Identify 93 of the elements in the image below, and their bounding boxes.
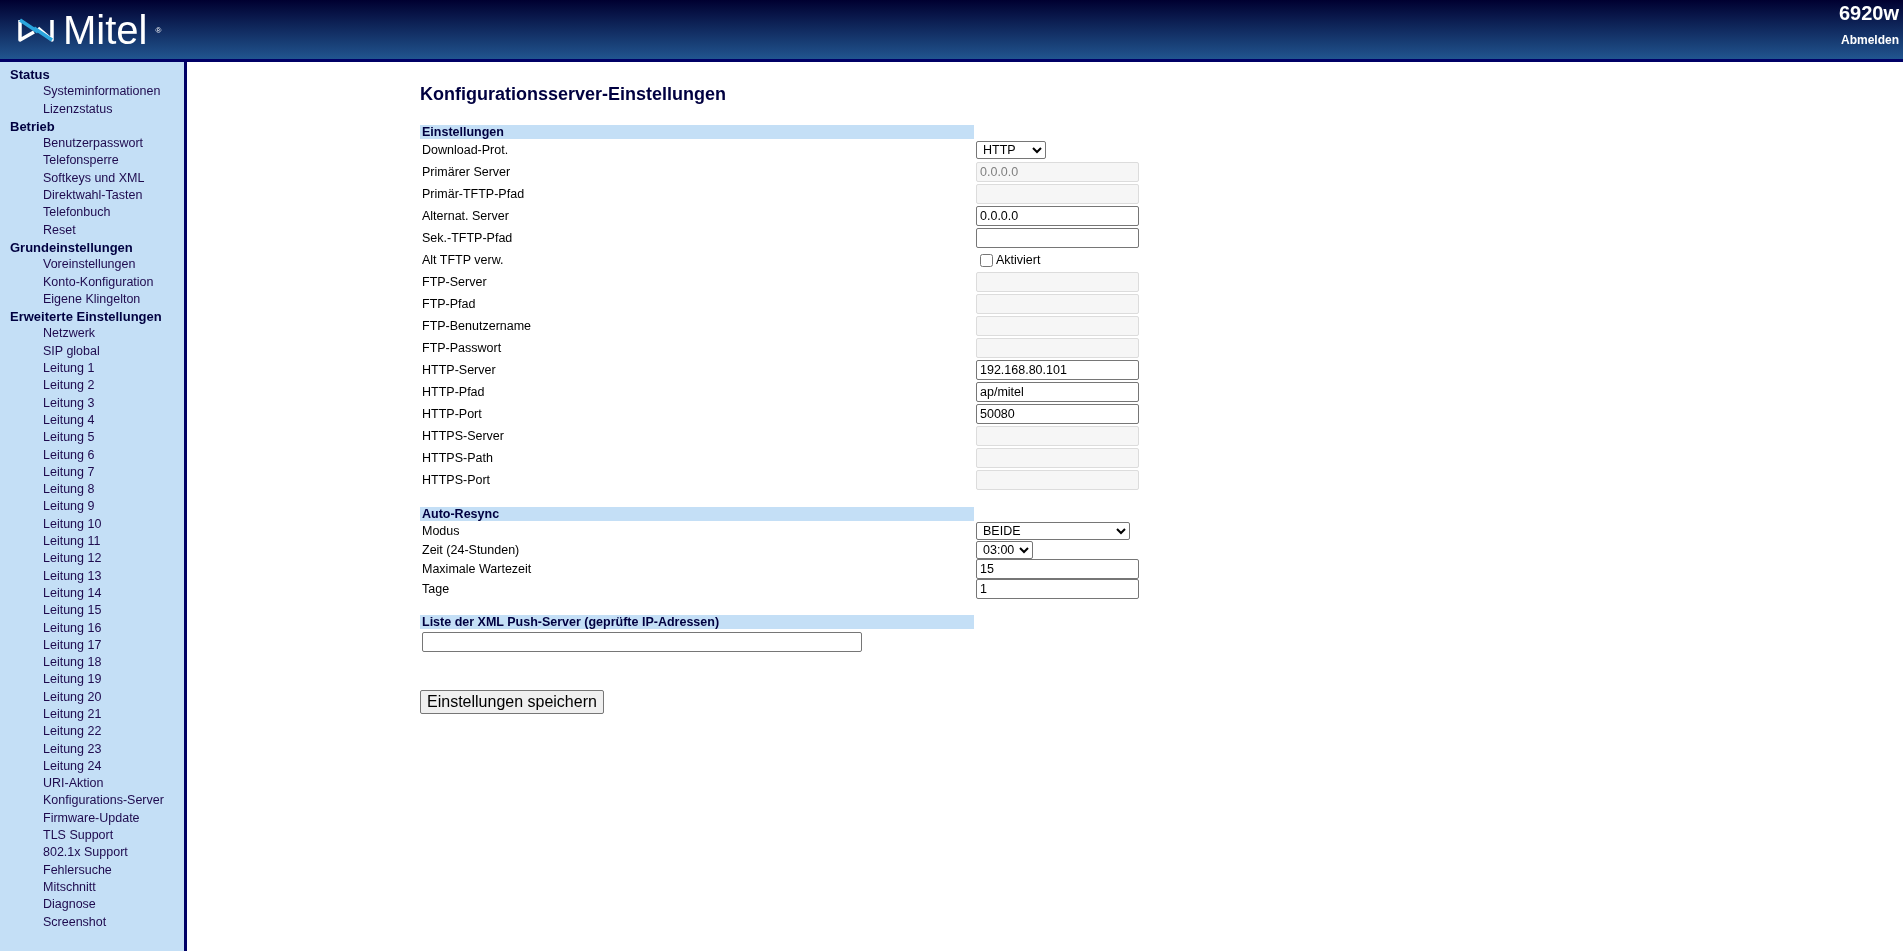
field-label: HTTPS-Path — [421, 451, 494, 465]
menu-link[interactable]: Lizenzstatus — [10, 100, 113, 118]
registered-mark: ® — [155, 25, 162, 35]
menu-link[interactable]: Fehlersuche — [10, 861, 112, 879]
field-label: HTTP-Port — [421, 407, 483, 421]
menu-link[interactable]: Leitung 14 — [10, 584, 102, 603]
section-header: Einstellungen — [420, 125, 974, 139]
dropdown[interactable]: HTTP — [976, 141, 1046, 159]
menu-group-title: Erweiterte Einstellungen — [10, 308, 163, 326]
field-label: HTTP-Server — [421, 363, 497, 377]
field-label: Zeit (24-Stunden) — [421, 542, 521, 557]
section-header: Auto-Resync — [420, 507, 974, 521]
checkbox-label: Aktiviert — [996, 253, 1041, 267]
field-label: Modus — [421, 523, 461, 538]
menu-group-title: Grundeinstellungen — [10, 238, 134, 257]
field-label: Tage — [421, 582, 451, 596]
field-label: Download-Prot. — [421, 143, 510, 157]
menu-link[interactable]: Telefonbuch — [10, 204, 111, 222]
menu-link[interactable]: Konto-Konfiguration — [10, 273, 154, 291]
menu-link[interactable]: Leitung 13 — [10, 567, 102, 585]
menu-link[interactable]: Screenshot — [10, 913, 107, 931]
menu-link[interactable]: Mitschnitt — [10, 878, 96, 897]
menu-link[interactable]: Leitung 10 — [10, 515, 102, 533]
field-label: FTP-Benutzername — [421, 319, 533, 333]
menu-link[interactable]: Leitung 23 — [10, 740, 102, 758]
field-label: HTTP-Pfad — [421, 385, 486, 399]
menu-link[interactable]: Reset — [10, 221, 76, 239]
field-label: FTP-Pfad — [421, 297, 477, 311]
field-label: FTP-Server — [421, 275, 488, 289]
page-title: Konfigurationsserver-Einstellungen — [420, 83, 728, 105]
menu-link[interactable]: Leitung 16 — [10, 619, 102, 637]
field-label: Primär-TFTP-Pfad — [421, 187, 526, 201]
menu-link[interactable]: Eigene Klingelton — [10, 290, 141, 309]
field-label: HTTPS-Port — [421, 473, 492, 487]
section-header: Liste der XML Push-Server (geprüfte IP-Adressen) — [420, 615, 974, 629]
field-label: Alt TFTP verw. — [421, 253, 505, 267]
input-field[interactable] — [422, 632, 862, 652]
menu-link[interactable]: Leitung 20 — [10, 688, 102, 706]
field-label: HTTPS-Server — [421, 429, 505, 443]
menu-link[interactable]: Voreinstellungen — [10, 256, 136, 274]
menu-link[interactable]: Leitung 19 — [10, 671, 102, 689]
menu-group-title: Betrieb — [10, 117, 56, 136]
menu-link[interactable]: Leitung 4 — [10, 411, 95, 430]
menu-link[interactable]: Leitung 15 — [10, 602, 102, 620]
dropdown[interactable]: 03:00 — [976, 540, 1033, 559]
menu-link[interactable]: Leitung 21 — [10, 706, 102, 724]
input-field[interactable]: 15 — [976, 559, 1139, 579]
menu-link[interactable]: Leitung 22 — [10, 723, 102, 741]
menu-link[interactable]: Systeminformationen — [10, 83, 161, 101]
menu-link[interactable]: URI-Aktion — [10, 775, 104, 793]
menu-link[interactable]: Leitung 5 — [10, 429, 95, 447]
input-field[interactable]: 50080 — [976, 404, 1139, 424]
logo-text: Mitel — [63, 10, 148, 50]
menu-link[interactable]: Leitung 8 — [10, 481, 95, 499]
menu-link[interactable]: 802.1x Support — [10, 844, 128, 862]
dropdown[interactable]: BEIDE — [976, 521, 1130, 540]
menu-link[interactable]: Leitung 24 — [10, 757, 102, 776]
input-field[interactable]: ap/mitel — [976, 382, 1139, 402]
menu-link[interactable]: Firmware-Update — [10, 809, 140, 828]
logo-icon — [17, 17, 55, 43]
menu-link[interactable]: Konfigurations-Server — [10, 792, 164, 810]
menu-link[interactable]: Leitung 7 — [10, 463, 95, 482]
menu-link[interactable]: Leitung 3 — [10, 394, 95, 412]
field-label: Sek.-TFTP-Pfad — [421, 231, 514, 245]
menu-link[interactable]: Leitung 1 — [10, 360, 95, 378]
menu-link[interactable]: Leitung 12 — [10, 550, 102, 568]
menu-link[interactable]: Leitung 9 — [10, 498, 95, 516]
menu-link[interactable]: Diagnose — [10, 896, 96, 914]
menu-group-title: Status — [10, 66, 51, 84]
save-settings-button[interactable]: Einstellungen speichern — [420, 690, 604, 714]
field-label: FTP-Passwort — [421, 341, 503, 355]
menu-link[interactable]: Softkeys und XML — [10, 169, 145, 188]
menu-link[interactable]: Leitung 6 — [10, 446, 95, 464]
input-field[interactable] — [976, 228, 1139, 248]
menu-link[interactable]: Direktwahl-Tasten — [10, 187, 143, 205]
input-field[interactable]: 0.0.0.0 — [976, 206, 1139, 226]
menu-link[interactable]: Leitung 17 — [10, 636, 102, 655]
menu-link[interactable]: Netzwerk — [10, 325, 96, 343]
input-field[interactable]: 1 — [976, 579, 1139, 599]
checkbox[interactable] — [980, 253, 993, 267]
menu-link[interactable]: TLS Support — [10, 827, 114, 845]
menu-link[interactable]: Leitung 2 — [10, 377, 95, 395]
menu-link[interactable]: Telefonsperre — [10, 152, 119, 170]
field-label: Primärer Server — [421, 165, 512, 179]
menu-link[interactable]: Benutzerpasswort — [10, 135, 144, 153]
menu-link[interactable]: SIP global — [10, 342, 100, 361]
menu-link[interactable]: Leitung 11 — [10, 533, 101, 551]
logout-link[interactable]: Abmelden — [1841, 33, 1899, 47]
model-name: 6920w — [1838, 1, 1899, 25]
field-label: Maximale Wartezeit — [421, 562, 533, 576]
input-field[interactable]: 192.168.80.101 — [976, 360, 1139, 380]
menu-link[interactable]: Leitung 18 — [10, 654, 102, 672]
field-label: Alternat. Server — [421, 209, 510, 223]
